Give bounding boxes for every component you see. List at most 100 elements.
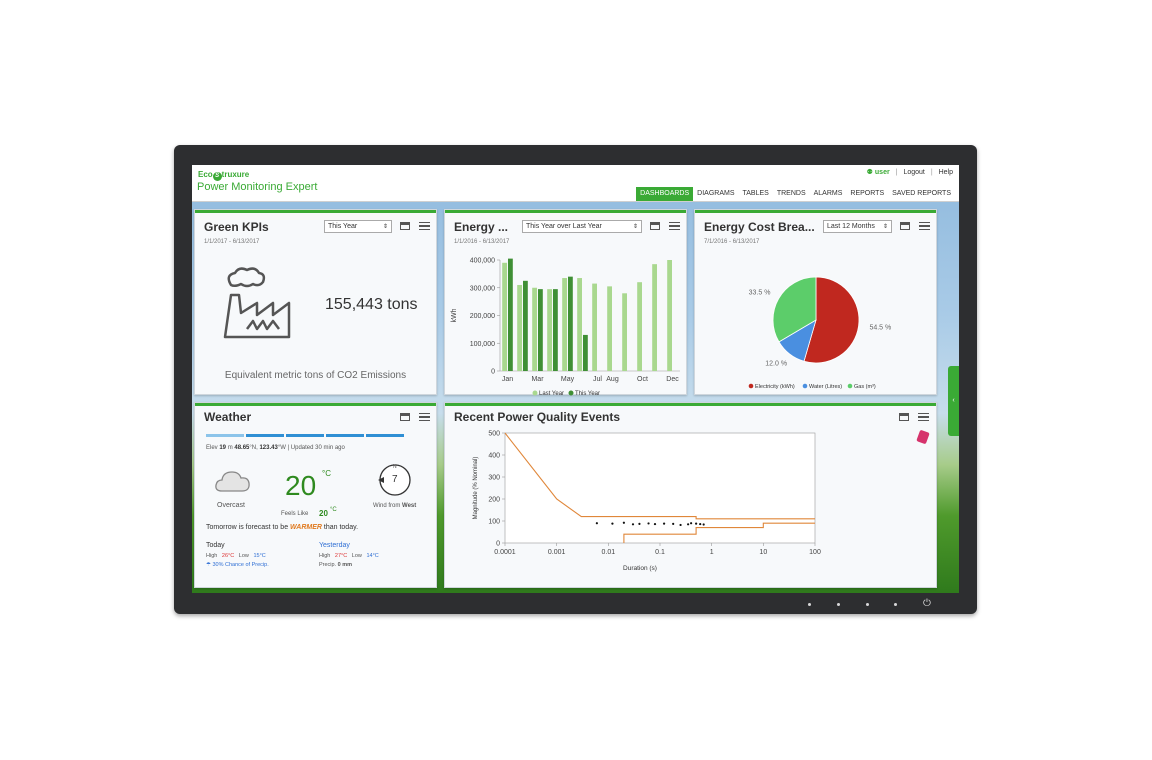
period-dropdown[interactable]: This Year ⇕ xyxy=(324,220,392,233)
side-panel-toggle[interactable]: ‹ xyxy=(948,366,959,436)
yesterday-label: Yesterday xyxy=(319,542,350,549)
condition-text: Overcast xyxy=(217,502,246,509)
maximize-icon[interactable] xyxy=(400,222,410,230)
app-name: Power Monitoring Expert xyxy=(197,181,318,193)
x-axis-label: Duration (s) xyxy=(623,565,657,572)
y-tick-label: 200 xyxy=(488,497,500,504)
bar-last-year xyxy=(622,293,627,371)
y-tick-label: 400 xyxy=(488,453,500,460)
user-area: ⚉ user | Logout | Help xyxy=(867,168,953,176)
y-axis-label: Magnitude (% Nominal) xyxy=(473,457,479,520)
green-kpis-panel: Green KPIs This Year ⇕ 1/1/2017 - 6/13/20… xyxy=(194,209,437,395)
menu-icon[interactable] xyxy=(419,222,430,230)
plot-area xyxy=(504,432,816,544)
event-point xyxy=(672,522,675,525)
raindrop-icon: ☂ xyxy=(206,562,211,568)
menu-icon[interactable] xyxy=(419,413,430,421)
feels-like-label: Feels Like xyxy=(281,511,309,517)
nav-trends[interactable]: TRENDS xyxy=(773,187,810,201)
tag-icon[interactable] xyxy=(916,429,930,445)
bar-last-year xyxy=(667,260,672,371)
weather-tab[interactable] xyxy=(286,434,324,437)
panel-accent-bar xyxy=(695,210,936,213)
maximize-icon[interactable] xyxy=(899,413,909,421)
x-tick-label: Mar xyxy=(531,376,544,383)
logout-link[interactable]: Logout xyxy=(903,169,924,176)
temperature-value: 20 xyxy=(285,470,317,501)
nav-alarms[interactable]: ALARMS xyxy=(810,187,847,201)
nav-diagrams[interactable]: DIAGRAMS xyxy=(693,187,738,201)
legend-swatch xyxy=(748,383,754,389)
monitor-button xyxy=(808,603,811,606)
bar-last-year xyxy=(652,264,657,371)
elev-label: Elev xyxy=(206,445,218,451)
maximize-icon[interactable] xyxy=(650,222,660,230)
y-axis-label: kWh xyxy=(451,308,458,322)
weather-panel: Weather Elev 19 m 48.65°N, 123.43°W | Up… xyxy=(194,402,437,588)
menu-icon[interactable] xyxy=(918,413,929,421)
longitude-dir: °W xyxy=(277,445,286,451)
location-meta: Elev 19 m 48.65°N, 123.43°W | Updated 30… xyxy=(206,445,345,451)
weather-tab[interactable] xyxy=(206,434,244,437)
wind-direction-text: Wind from West xyxy=(373,503,416,509)
bar-last-year xyxy=(607,286,612,371)
logo-s-icon: S xyxy=(212,172,222,181)
divider: | xyxy=(930,169,933,176)
forecast-pre: Tomorrow is forecast to be xyxy=(206,524,289,531)
nav-reports[interactable]: REPORTS xyxy=(846,187,888,201)
menu-icon[interactable] xyxy=(919,222,930,230)
energy-bar-chart: 0 100,000 200,000 300,000 400,000 kWh Jan Mar Ma… xyxy=(451,258,680,396)
maximize-icon[interactable] xyxy=(400,413,410,421)
dropdown-value: This Year over Last Year xyxy=(526,223,602,230)
weather-tab[interactable] xyxy=(366,434,404,437)
nav-tables[interactable]: TABLES xyxy=(739,187,773,201)
elev-value: 19 xyxy=(219,445,227,451)
x-tick-label: Oct xyxy=(637,376,648,383)
menu-icon[interactable] xyxy=(669,222,680,230)
y-tick-label: 100,000 xyxy=(470,341,495,348)
latitude-value: 48.65 xyxy=(234,445,250,451)
dropdown-value: Last 12 Months xyxy=(827,223,875,230)
nav-dashboards[interactable]: DASHBOARDS xyxy=(636,187,694,201)
event-point xyxy=(690,522,693,525)
ecostruxure-logo: Eco Struxure xyxy=(198,170,249,181)
power-quality-panel: Recent Power Quality Events 0 100 200 300 40… xyxy=(444,402,937,588)
panel-title: Energy Cost Brea... xyxy=(704,220,815,234)
x-tick-label: May xyxy=(561,376,575,383)
x-tick-label: 100 xyxy=(809,549,821,556)
help-link[interactable]: Help xyxy=(939,169,953,176)
user-link[interactable]: user xyxy=(875,169,890,176)
legend-swatch xyxy=(802,383,808,389)
nav-saved-reports[interactable]: SAVED REPORTS xyxy=(888,187,955,201)
bar-this-year xyxy=(568,276,573,371)
date-range: 7/1/2016 - 6/13/2017 xyxy=(704,239,760,245)
updated-label: Updated xyxy=(290,445,314,451)
monitor-frame: Eco Struxure Power Monitoring Expert ⚉ us… xyxy=(174,145,977,614)
period-dropdown[interactable]: Last 12 Months ⇕ xyxy=(823,220,892,233)
event-point xyxy=(702,523,705,526)
dropdown-arrow-icon: ⇕ xyxy=(882,224,888,230)
legend-swatch-last-year xyxy=(532,390,538,396)
date-range: 1/1/2017 - 6/13/2017 xyxy=(204,239,260,245)
dropdown-arrow-icon: ⇕ xyxy=(382,224,388,230)
x-tick-label: 10 xyxy=(759,549,767,556)
wind-from-label: Wind from xyxy=(373,503,401,509)
feels-like-value: 20 xyxy=(319,509,328,518)
weather-tab[interactable] xyxy=(326,434,364,437)
energy-panel: Energy ... This Year over Last Year ⇕ 1/1… xyxy=(444,209,687,396)
event-point xyxy=(699,522,702,526)
weather-tab[interactable] xyxy=(246,434,284,437)
weather-tab-bar xyxy=(206,434,404,437)
bar-last-year xyxy=(502,262,507,371)
period-dropdown[interactable]: This Year over Last Year ⇕ xyxy=(522,220,642,233)
bar-last-year xyxy=(637,282,642,371)
event-point xyxy=(662,522,666,525)
forecast-sentence: Tomorrow is forecast to be WARMER than t… xyxy=(206,524,358,531)
elev-unit: m xyxy=(227,445,233,451)
event-point xyxy=(595,522,598,525)
forecast-post: than today. xyxy=(323,524,359,531)
logo-eco-text: Eco xyxy=(198,170,213,179)
maximize-icon[interactable] xyxy=(900,222,910,230)
x-tick-label: 0.0001 xyxy=(494,549,516,556)
feels-like-unit: °C xyxy=(330,507,337,513)
